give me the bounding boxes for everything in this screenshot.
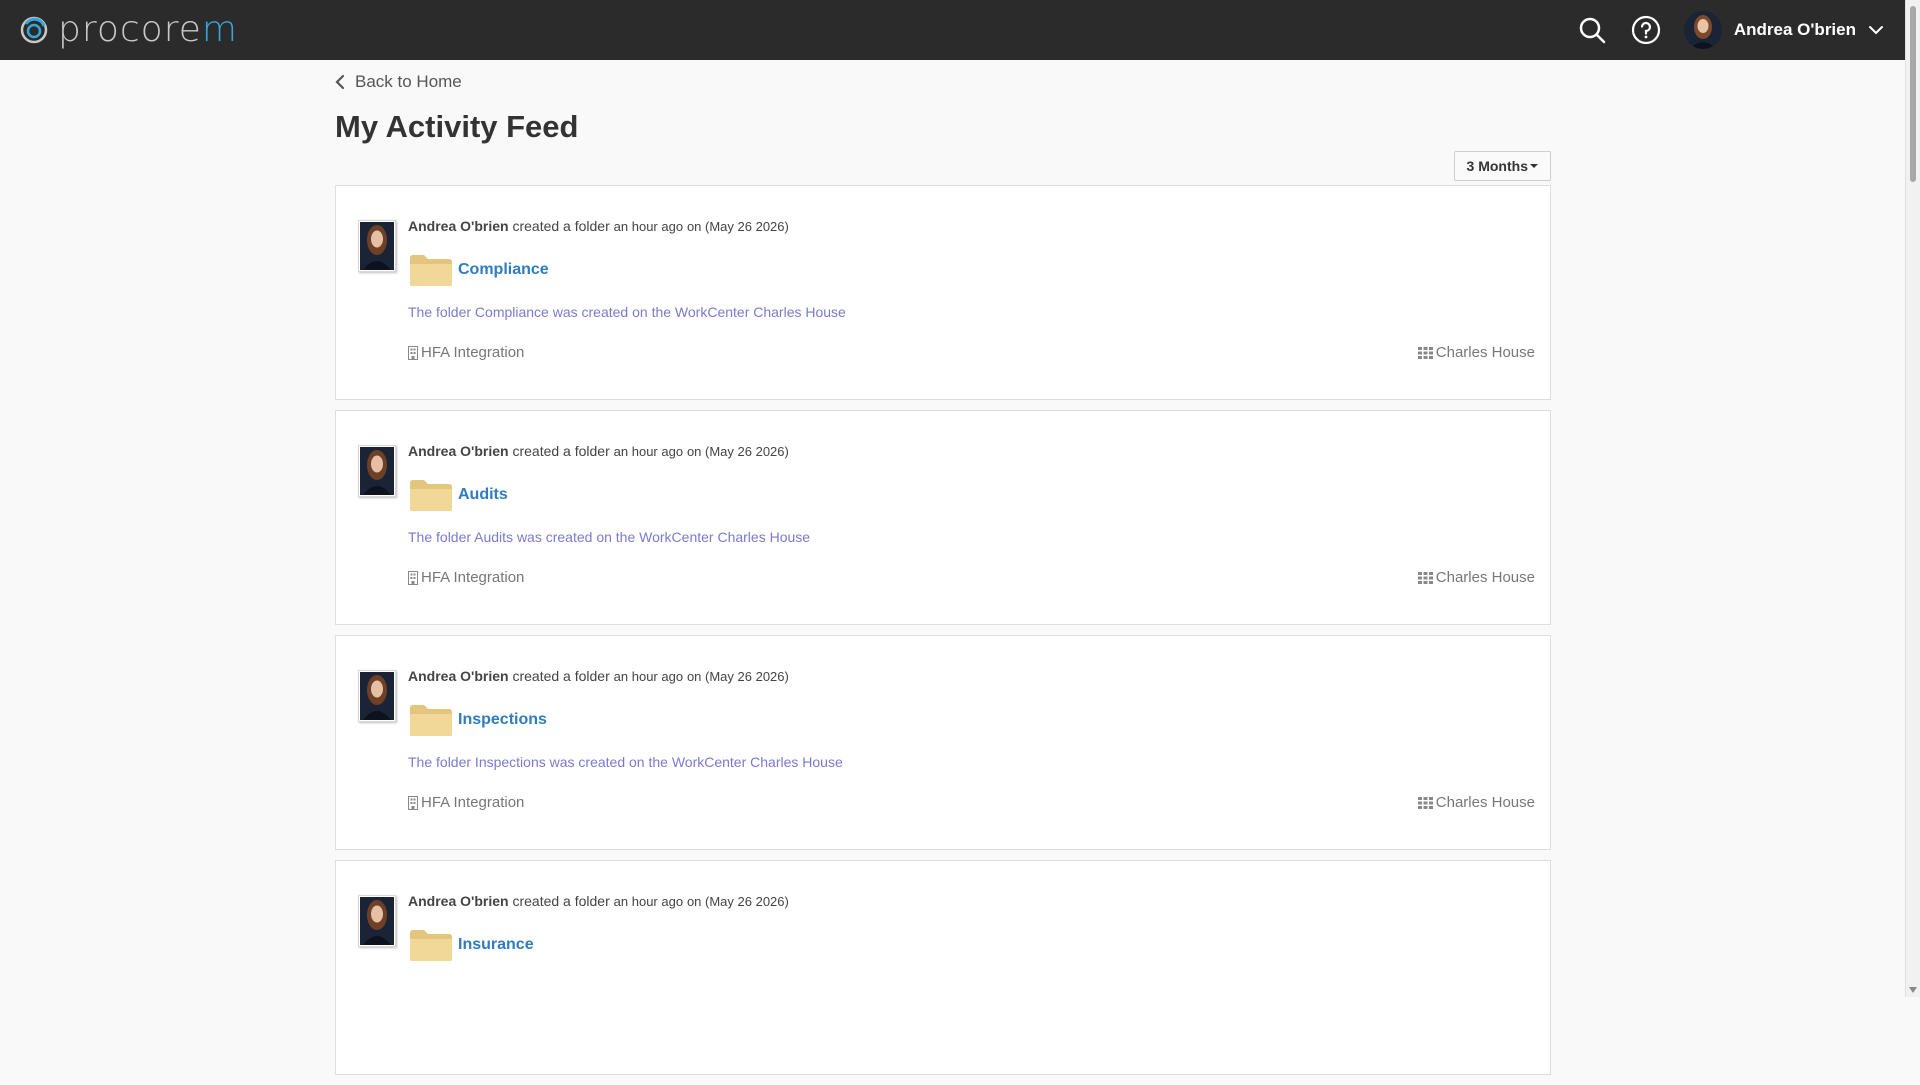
workcenter-tag[interactable]: Charles House [1417, 794, 1535, 812]
search-icon[interactable] [1576, 14, 1608, 46]
activity-time-ago: an hour ago [613, 894, 684, 910]
activity-time-ago: an hour ago [613, 669, 684, 685]
grid-icon [1417, 346, 1436, 359]
actor-avatar[interactable] [358, 895, 396, 948]
activity-card: Andrea O'brien created a folder an hour … [335, 410, 1551, 626]
activity-meta: HFA Integration Charles House [408, 794, 1535, 811]
workcenter-tag[interactable]: Charles House [1417, 569, 1535, 587]
user-name: Andrea O'brien [1733, 20, 1856, 39]
time-range-label: 3 Months [1466, 158, 1528, 175]
integration-tag[interactable]: HFA Integration [408, 794, 524, 811]
activity-time-ago: an hour ago [613, 219, 684, 235]
folder-icon [408, 477, 454, 513]
activity-feed: Andrea O'brien created a folder an hour … [335, 185, 1551, 1076]
building-icon [408, 795, 421, 810]
building-icon [408, 570, 421, 585]
activity-summary: Andrea O'brien created a folder an hour … [408, 893, 1535, 909]
folder-link[interactable]: Audits [458, 486, 508, 504]
integration-name: HFA Integration [421, 794, 525, 812]
scroll-down-arrow-icon[interactable] [1909, 987, 1917, 993]
main-content: Back to Home My Activity Feed 3 Months A… [335, 60, 1551, 1085]
chevron-left-icon [335, 75, 345, 89]
activity-description[interactable]: The folder Compliance was created on the… [408, 304, 1535, 320]
help-icon[interactable] [1630, 14, 1662, 46]
logo-wordmark: procorem [58, 9, 238, 50]
workcenter-tag[interactable]: Charles House [1417, 344, 1535, 362]
folder-link[interactable]: Compliance [458, 261, 549, 279]
activity-summary: Andrea O'brien created a folder an hour … [408, 218, 1535, 234]
activity-card: Andrea O'brien created a folder an hour … [335, 860, 1551, 1076]
activity-action: created a folder [512, 443, 610, 460]
actor-avatar[interactable] [358, 220, 396, 273]
page-title: My Activity Feed [335, 109, 579, 144]
integration-tag[interactable]: HFA Integration [408, 344, 524, 361]
integration-tag[interactable]: HFA Integration [408, 569, 524, 586]
workcenter-name: Charles House [1435, 344, 1535, 362]
logo-swirl-icon [18, 14, 50, 46]
grid-icon [1417, 571, 1436, 584]
actor-name[interactable]: Andrea O'brien [408, 443, 509, 459]
grid-icon [1417, 796, 1436, 809]
folder-link[interactable]: Insurance [458, 936, 534, 954]
folder-row[interactable]: Insurance [408, 925, 1535, 965]
actor-avatar[interactable] [358, 670, 396, 723]
folder-link[interactable]: Inspections [458, 711, 547, 729]
top-navbar: procorem Andrea O'brien [0, 0, 1906, 60]
activity-date: on (May 26 2026) [686, 219, 789, 235]
procorem-logo[interactable]: procorem [18, 0, 238, 60]
activity-summary: Andrea O'brien created a folder an hour … [408, 443, 1535, 459]
back-to-home-link[interactable]: Back to Home [335, 72, 475, 92]
folder-row[interactable]: Compliance [408, 250, 1535, 290]
activity-action: created a folder [512, 893, 610, 910]
actor-avatar[interactable] [358, 445, 396, 498]
activity-description[interactable]: The folder Inspections was created on th… [408, 754, 1535, 770]
workcenter-name: Charles House [1435, 569, 1535, 587]
integration-name: HFA Integration [421, 344, 525, 362]
activity-action: created a folder [512, 668, 610, 685]
page-scrollbar[interactable] [1905, 0, 1920, 997]
folder-icon [408, 702, 454, 738]
back-link-label: Back to Home [355, 72, 462, 91]
folder-row[interactable]: Audits [408, 475, 1535, 515]
folder-icon [408, 927, 454, 963]
activity-card: Andrea O'brien created a folder an hour … [335, 635, 1551, 851]
workcenter-name: Charles House [1435, 794, 1535, 812]
actor-name[interactable]: Andrea O'brien [408, 218, 509, 234]
activity-meta: HFA Integration Charles House [408, 569, 1535, 586]
actor-name[interactable]: Andrea O'brien [408, 668, 509, 684]
activity-description[interactable]: The folder Audits was created on the Wor… [408, 529, 1535, 545]
activity-date: on (May 26 2026) [686, 894, 789, 910]
folder-icon [408, 252, 454, 288]
activity-card: Andrea O'brien created a folder an hour … [335, 185, 1551, 401]
user-menu[interactable]: Andrea O'brien [1683, 11, 1884, 49]
building-icon [408, 345, 421, 360]
activity-action: created a folder [512, 218, 610, 235]
activity-date: on (May 26 2026) [686, 669, 789, 685]
caret-down-icon [1530, 164, 1538, 169]
activity-time-ago: an hour ago [613, 444, 684, 460]
scrollbar-thumb[interactable] [1910, 6, 1916, 182]
activity-meta: HFA Integration Charles House [408, 344, 1535, 361]
folder-row[interactable]: Inspections [408, 700, 1535, 740]
activity-summary: Andrea O'brien created a folder an hour … [408, 668, 1535, 684]
actor-name[interactable]: Andrea O'brien [408, 893, 509, 909]
chevron-down-icon [1868, 22, 1884, 38]
integration-name: HFA Integration [421, 569, 525, 587]
time-range-dropdown[interactable]: 3 Months [1453, 151, 1551, 182]
user-avatar [1683, 11, 1722, 49]
activity-date: on (May 26 2026) [686, 444, 789, 460]
